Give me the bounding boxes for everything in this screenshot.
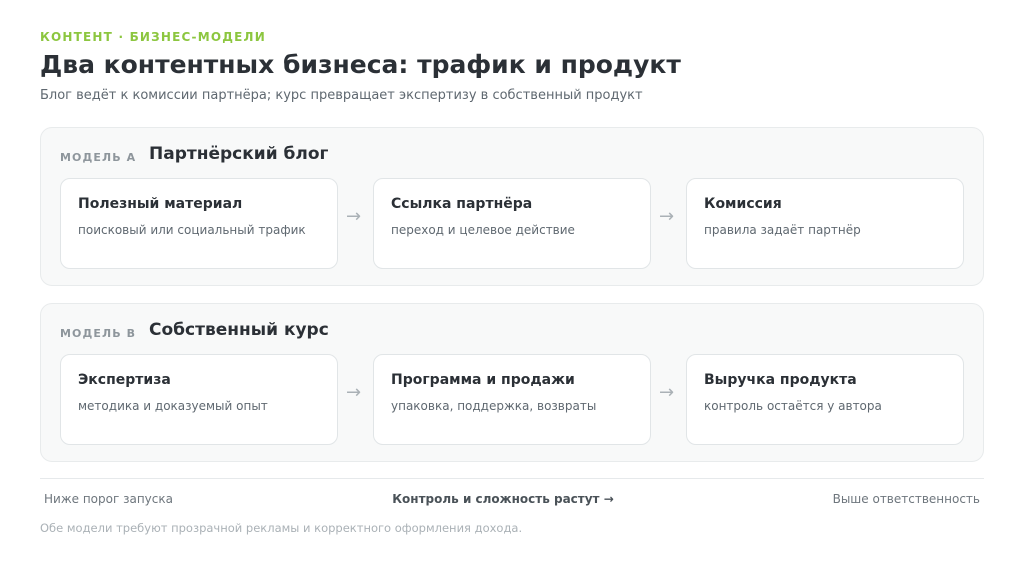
step-description: методика и доказуемый опыт <box>78 399 268 413</box>
arrow-right-icon: → <box>659 382 675 403</box>
model-a-step-2-card: Ссылка партнёра переход и целевое действ… <box>373 178 651 269</box>
model-b-step-1-card: Экспертиза методика и доказуемый опыт <box>60 354 338 445</box>
scale-right-label: Выше ответственность <box>832 492 980 506</box>
model-a-step-1-card: Полезный материал поисковый или социальн… <box>60 178 338 269</box>
model-a-panel: МОДЕЛЬ А Партнёрский блог Полезный матер… <box>40 127 984 286</box>
divider <box>40 478 984 479</box>
arrow-right-icon: → <box>346 382 362 403</box>
model-a-step-3-card: Комиссия правила задаёт партнёр <box>686 178 964 269</box>
model-b-tag: МОДЕЛЬ В <box>60 327 137 340</box>
arrow-right-icon: → <box>659 206 675 227</box>
step-description: упаковка, поддержка, возвраты <box>391 399 597 413</box>
step-title: Выручка продукта <box>704 372 857 388</box>
model-b-panel: МОДЕЛЬ В Собственный курс Экспертиза мет… <box>40 303 984 462</box>
step-title: Программа и продажи <box>391 372 575 388</box>
step-title: Экспертиза <box>78 372 171 388</box>
step-title: Ссылка партнёра <box>391 196 533 212</box>
model-b-name: Собственный курс <box>149 320 329 340</box>
step-description: переход и целевое действие <box>391 223 575 237</box>
model-b-step-3-card: Выручка продукта контроль остаётся у авт… <box>686 354 964 445</box>
step-title: Комиссия <box>704 196 782 212</box>
step-description: контроль остаётся у автора <box>704 399 882 413</box>
model-a-tag: МОДЕЛЬ А <box>60 151 137 164</box>
page-subtitle: Блог ведёт к комиссии партнёра; курс пре… <box>40 88 643 103</box>
page-title: Два контентных бизнеса: трафик и продукт <box>40 50 681 79</box>
arrow-right-icon: → <box>346 206 362 227</box>
model-a-name: Партнёрский блог <box>149 144 329 164</box>
step-description: правила задаёт партнёр <box>704 223 861 237</box>
step-title: Полезный материал <box>78 196 243 212</box>
page-kicker: КОНТЕНТ · БИЗНЕС-МОДЕЛИ <box>40 30 266 44</box>
footnote: Обе модели требуют прозрачной рекламы и … <box>40 521 523 535</box>
model-b-step-2-card: Программа и продажи упаковка, поддержка,… <box>373 354 651 445</box>
step-description: поисковый или социальный трафик <box>78 223 306 237</box>
